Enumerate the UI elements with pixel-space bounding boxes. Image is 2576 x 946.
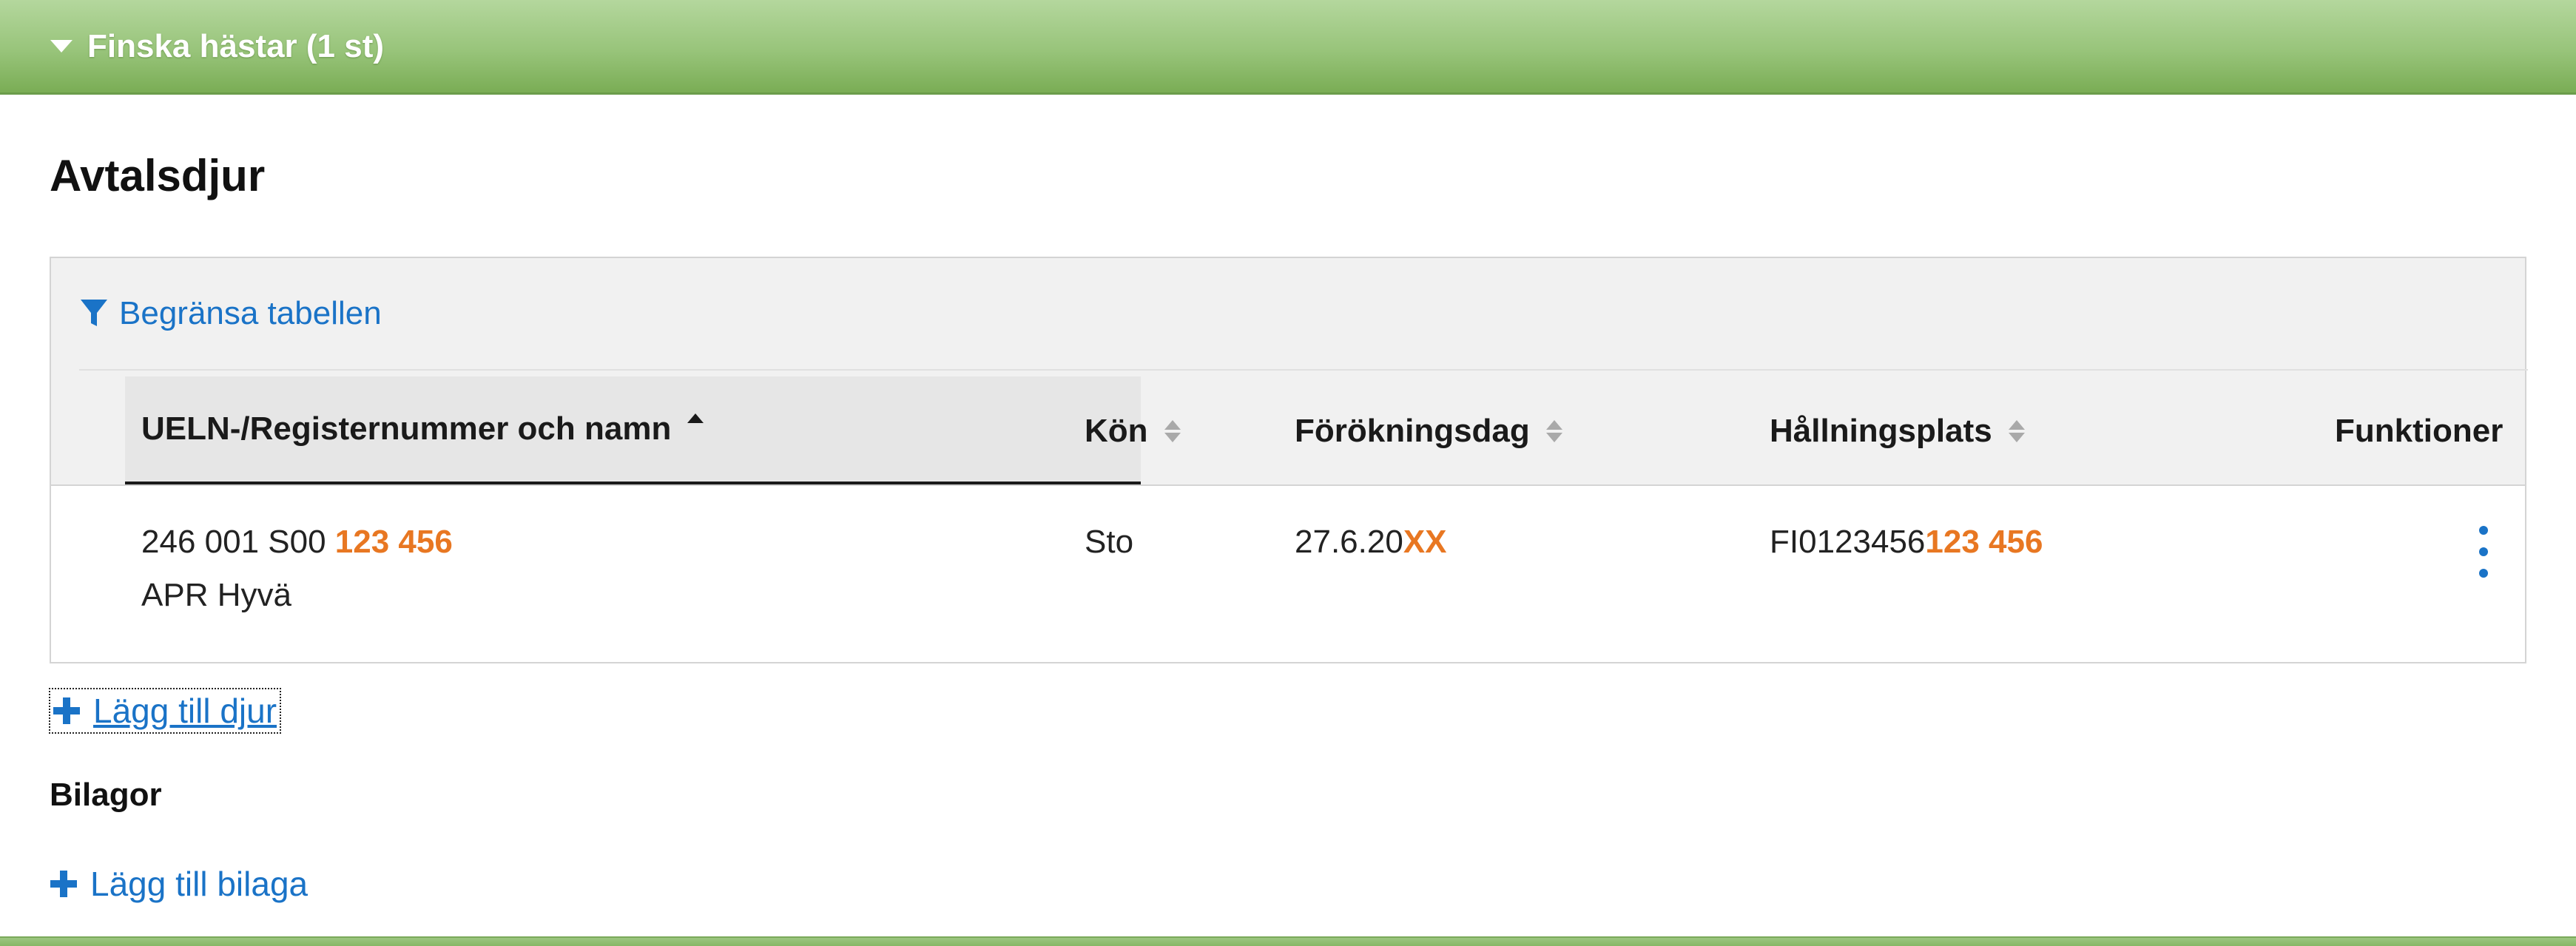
animal-id-cell: 246 001 S00 123 456 APR Hyvä [141,516,453,622]
column-header-functions: Funktioner [2335,376,2503,486]
column-header-ueln[interactable]: UELN-/Registernummer och namn [125,376,1141,486]
animal-sex: Sto [1085,524,1134,560]
sort-icon [1545,420,1562,442]
sort-icon [2008,420,2025,442]
section-title: Avtalsdjur [50,151,266,200]
animal-id-redacted: 123 456 [334,524,453,560]
add-animal-label: Lägg till djur [93,692,277,730]
holding-location-redacted: 123 456 [1925,524,2043,560]
add-attachment-link[interactable]: Lägg till bilaga [50,864,308,904]
breeding-date: 27.6.20XX [1295,516,1447,569]
holding-location-prefix: FI0123456 [1770,524,1926,560]
animal-id: 246 001 S00 123 456 [141,516,453,569]
animal-name: APR Hyvä [141,577,291,613]
add-attachment-label: Lägg till bilaga [90,865,308,903]
column-header-sex[interactable]: Kön [1085,376,1181,486]
sort-icon [1164,420,1181,442]
filter-icon [81,300,107,326]
attachments-heading: Bilagor [50,777,162,813]
caret-down-icon [50,40,73,53]
header-divider [51,484,2525,486]
column-header-label: UELN-/Registernummer och namn [141,411,672,447]
breeding-date-prefix: 27.6.20 [1295,524,1403,560]
holding-location: FI0123456123 456 [1770,516,2043,569]
kebab-menu-icon[interactable] [2469,526,2498,578]
animal-id-prefix: 246 001 S00 [141,524,326,560]
accordion-title: Finska hästar (1 st) [87,27,385,64]
sort-ascending-icon [687,413,704,445]
contract-animals-table: Begränsa tabellen UELN-/Registernummer o… [50,257,2528,663]
filter-table-link[interactable]: Begränsa tabellen [79,295,382,332]
column-header-breeding-date[interactable]: Förökningsdag [1295,376,1562,486]
next-accordion-edge [0,936,2576,946]
column-header-label: Hållningsplats [1770,413,1992,449]
column-header-label: Kön [1085,413,1148,449]
column-header-label: Förökningsdag [1295,413,1530,449]
add-animal-link[interactable]: Lägg till djur [48,688,282,734]
page: Finska hästar (1 st) Avtalsdjur Begränsa… [0,0,2576,946]
column-header-label: Funktioner [2335,413,2503,449]
toolbar-divider [79,369,2528,371]
column-header-location[interactable]: Hållningsplats [1770,376,2025,486]
breeding-date-redacted: XX [1403,524,1447,560]
plus-icon [50,871,77,897]
accordion-header-finnish-horses[interactable]: Finska hästar (1 st) [0,0,2576,95]
plus-icon [53,697,80,724]
filter-table-label: Begränsa tabellen [119,295,382,331]
